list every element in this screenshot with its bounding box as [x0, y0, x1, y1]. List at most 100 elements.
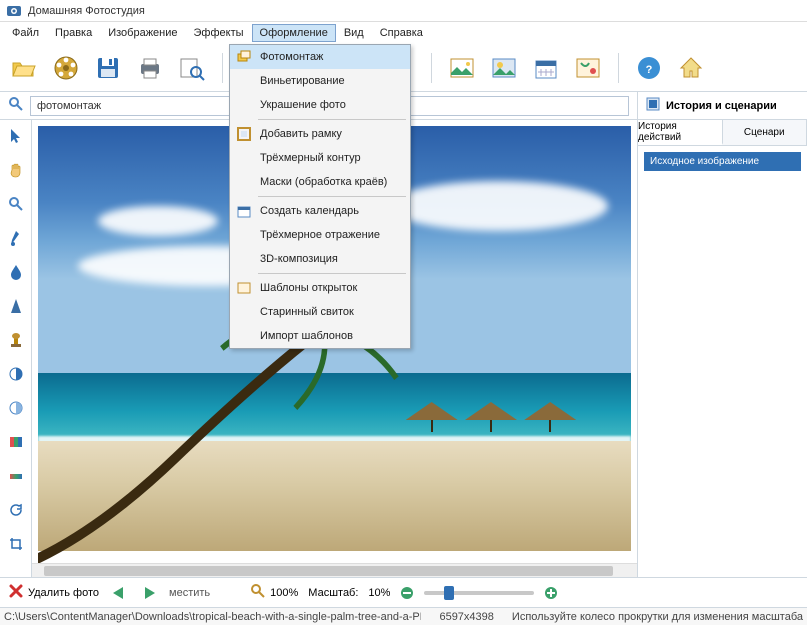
app-icon — [6, 3, 22, 19]
save-button[interactable] — [92, 52, 124, 84]
menu-design[interactable]: Оформление — [252, 24, 336, 42]
home-button[interactable] — [675, 52, 707, 84]
dd-compose3d[interactable]: 3D-композиция — [230, 247, 410, 271]
dd-photomontage[interactable]: Фотомонтаж — [230, 45, 410, 69]
delete-photo-button[interactable]: Удалить фото — [8, 583, 99, 602]
sharpen-tool[interactable] — [6, 296, 26, 316]
dd-vignetting[interactable]: Виньетирование — [230, 69, 410, 93]
brush-tool[interactable] — [6, 228, 26, 248]
menu-file[interactable]: Файл — [4, 24, 47, 42]
dd-label: Украшение фото — [260, 99, 346, 111]
move-label: местить — [169, 587, 210, 599]
dd-label: Трёхмерный контур — [260, 152, 361, 164]
toolbar-separator — [222, 53, 223, 83]
dd-label: Шаблоны открыток — [260, 282, 357, 294]
stamp-tool[interactable] — [6, 330, 26, 350]
left-tool-strip — [0, 120, 32, 577]
droplet-tool[interactable] — [6, 262, 26, 282]
dd-old-scroll[interactable]: Старинный свиток — [230, 300, 410, 324]
dd-separator — [258, 273, 406, 274]
menu-edit[interactable]: Правка — [47, 24, 100, 42]
image2-button[interactable] — [488, 52, 520, 84]
film-button[interactable] — [50, 52, 82, 84]
scale-label: Масштаб: — [308, 587, 358, 599]
arrow-tool[interactable] — [6, 126, 26, 146]
tab-history[interactable]: История действий — [638, 120, 723, 145]
help-button[interactable]: ? — [633, 52, 665, 84]
dd-reflection3d[interactable]: Трёхмерное отражение — [230, 223, 410, 247]
panel-tabs: История действий Сценари — [638, 120, 807, 146]
dd-label: Создать календарь — [260, 205, 359, 217]
print-button[interactable] — [134, 52, 166, 84]
history-list: Исходное изображение — [638, 146, 807, 577]
menu-bar: Файл Правка Изображение Эффекты Оформлен… — [0, 22, 807, 44]
dd-masks[interactable]: Маски (обработка краёв) — [230, 170, 410, 194]
dd-import-templates[interactable]: Импорт шаблонов — [230, 324, 410, 348]
hue-tool[interactable] — [6, 466, 26, 486]
toolbar-separator — [431, 53, 432, 83]
tab-scenarios[interactable]: Сценари — [723, 120, 807, 145]
svg-text:?: ? — [646, 64, 653, 76]
zoom-out-button[interactable] — [400, 586, 414, 600]
contrast-tool[interactable] — [6, 364, 26, 384]
crop-tool[interactable] — [6, 534, 26, 554]
postcard-button[interactable] — [572, 52, 604, 84]
window-title: Домашняя Фотостудия — [28, 5, 145, 17]
menu-image[interactable]: Изображение — [100, 24, 185, 42]
zoom-tool[interactable] — [6, 194, 26, 214]
menu-help[interactable]: Справка — [372, 24, 431, 42]
magnifier-100[interactable]: 100% — [250, 583, 298, 602]
status-hint: Используйте колесо прокрутки для изменен… — [512, 611, 803, 623]
scale-value: 10% — [368, 587, 390, 599]
delete-icon — [8, 583, 24, 602]
zoom-slider[interactable] — [424, 591, 534, 595]
next-button[interactable] — [139, 585, 159, 601]
dd-calendar[interactable]: Создать календарь — [230, 199, 410, 223]
right-panel: История действий Сценари Исходное изобра… — [637, 120, 807, 577]
calendar-button[interactable] — [530, 52, 562, 84]
bottom-bar: Удалить фото местить 100% Масштаб: 10% — [0, 577, 807, 607]
preview-button[interactable] — [176, 52, 208, 84]
dd-label: 3D-композиция — [260, 253, 338, 265]
history-icon — [646, 97, 660, 114]
dd-label: Фотомонтаж — [260, 51, 323, 63]
refresh-tool[interactable] — [6, 500, 26, 520]
status-path: C:\Users\ContentManager\Downloads\tropic… — [4, 611, 421, 623]
hand-tool[interactable] — [6, 160, 26, 180]
dd-label: Добавить рамку — [260, 128, 342, 140]
search-icon — [8, 96, 24, 115]
magnifier-label: 100% — [270, 587, 298, 599]
dd-contour3d[interactable]: Трёхмерный контур — [230, 146, 410, 170]
dd-separator — [258, 119, 406, 120]
frame-icon — [236, 126, 252, 142]
zoom-in-button[interactable] — [544, 586, 558, 600]
image1-button[interactable] — [446, 52, 478, 84]
calendar-icon — [236, 203, 252, 219]
prev-button[interactable] — [109, 585, 129, 601]
design-dropdown: Фотомонтаж Виньетирование Украшение фото… — [229, 44, 411, 349]
dd-label: Маски (обработка краёв) — [260, 176, 387, 188]
status-bar: C:\Users\ContentManager\Downloads\tropic… — [0, 607, 807, 625]
dd-postcards[interactable]: Шаблоны открыток — [230, 276, 410, 300]
magnifier-icon — [250, 583, 266, 602]
dd-add-frame[interactable]: Добавить рамку — [230, 122, 410, 146]
toolbar-separator — [618, 53, 619, 83]
postcard-icon — [236, 280, 252, 296]
dd-label: Импорт шаблонов — [260, 330, 353, 342]
dd-label: Виньетирование — [260, 75, 345, 87]
history-item-source[interactable]: Исходное изображение — [644, 152, 801, 171]
horizontal-scrollbar[interactable] — [32, 563, 637, 577]
menu-effects[interactable]: Эффекты — [186, 24, 252, 42]
brightness-tool[interactable] — [6, 398, 26, 418]
dd-separator — [258, 196, 406, 197]
layers-icon — [236, 49, 252, 65]
open-button[interactable] — [8, 52, 40, 84]
saturation-tool[interactable] — [6, 432, 26, 452]
menu-view[interactable]: Вид — [336, 24, 372, 42]
status-dims: 6597x4398 — [439, 611, 493, 623]
dd-decorate[interactable]: Украшение фото — [230, 93, 410, 117]
delete-label: Удалить фото — [28, 587, 99, 599]
dd-label: Трёхмерное отражение — [260, 229, 380, 241]
panel-title-label: История и сценарии — [666, 100, 777, 112]
title-bar: Домашняя Фотостудия — [0, 0, 807, 22]
